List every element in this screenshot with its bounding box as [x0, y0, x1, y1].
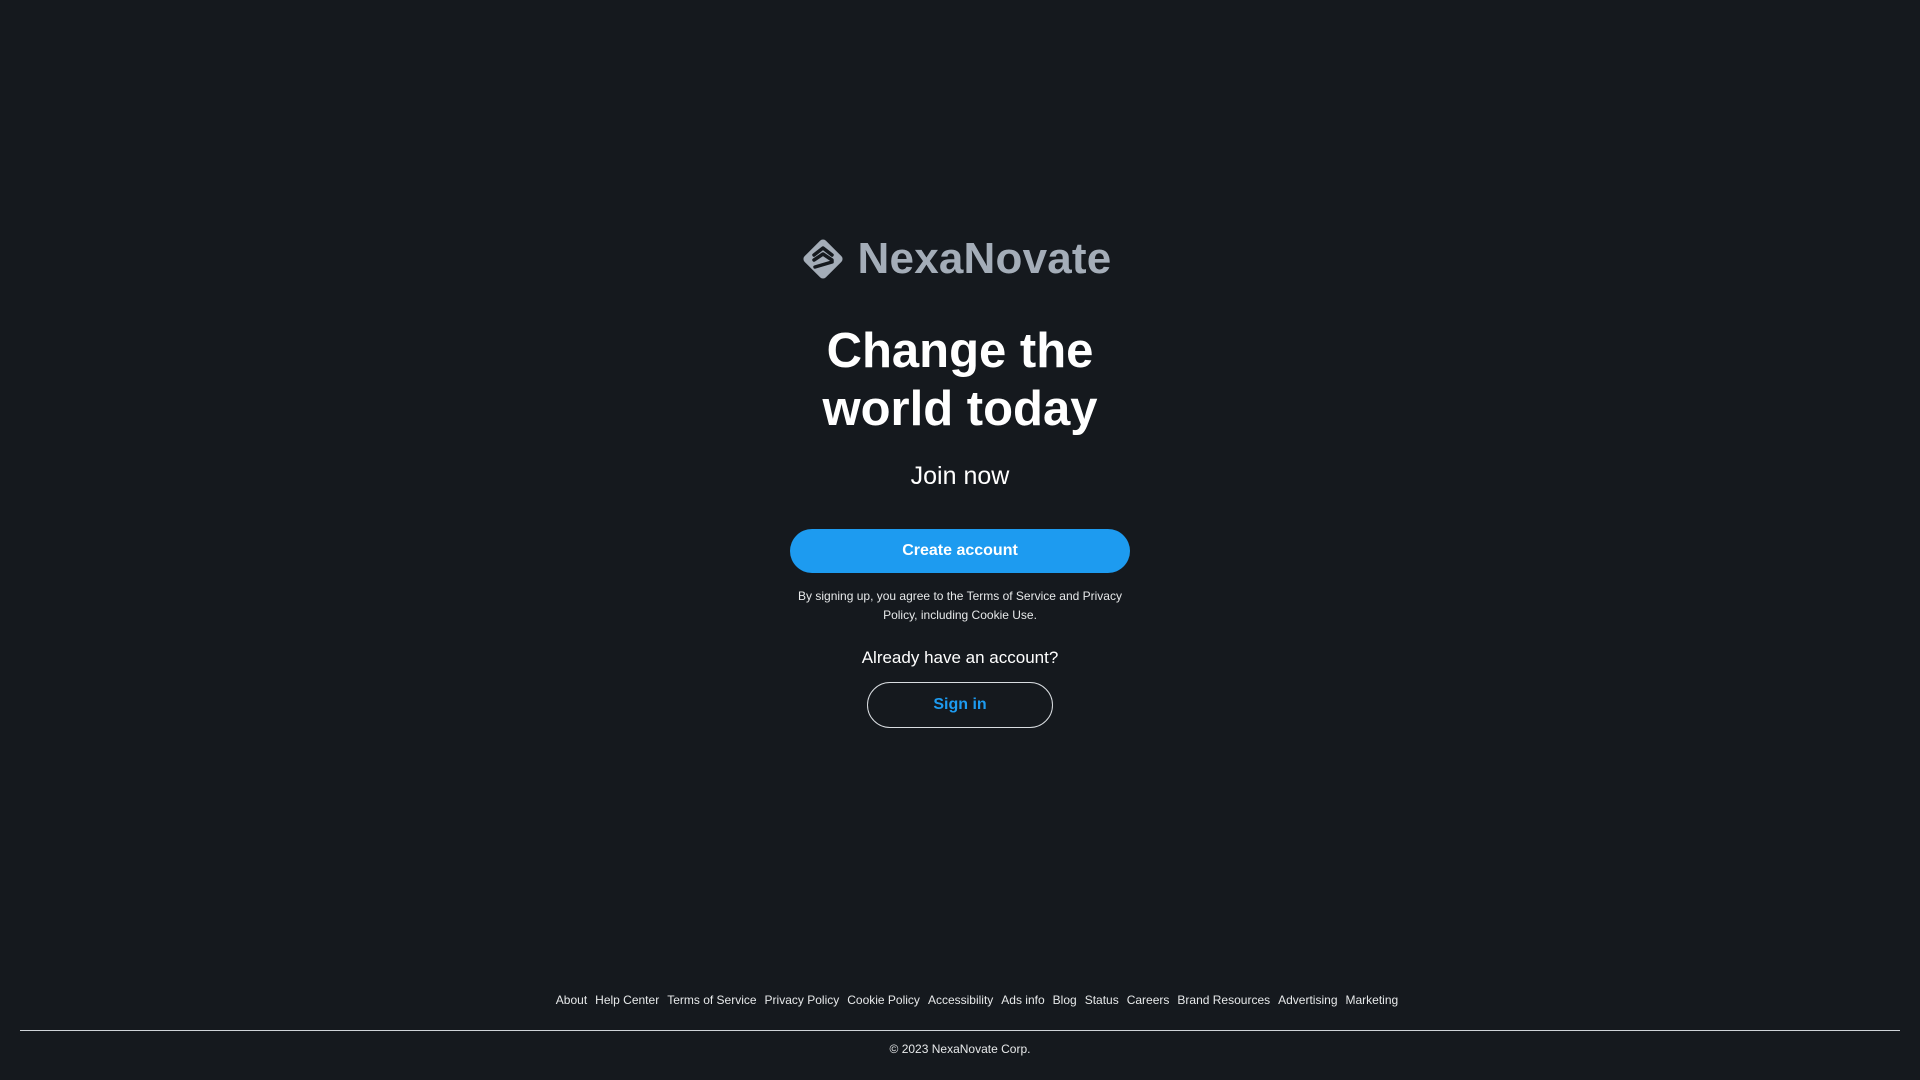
brand-logo[interactable]: NexaNovate [797, 233, 1112, 285]
already-have-account-prompt: Already have an account? [861, 648, 1059, 667]
terms-notice: By signing up, you agree to the Terms of… [798, 589, 1122, 622]
headline-line-2: world today [822, 382, 1098, 436]
sign-in-button[interactable]: Sign in [867, 682, 1053, 728]
footer-divider [20, 1030, 1900, 1031]
footer-link-marketing[interactable]: Marketing [1346, 993, 1399, 1007]
footer-nav: About Help Center Terms of Service Priva… [0, 993, 1920, 1007]
footer-link-about[interactable]: About [556, 993, 587, 1007]
footer-link-status[interactable]: Status [1085, 993, 1119, 1007]
join-now-subheading: Join now [910, 462, 1010, 490]
signup-page: NexaNovate Change the world today Join n… [0, 0, 1920, 1080]
footer-link-cookie-policy[interactable]: Cookie Policy [847, 993, 920, 1007]
brand-header: NexaNovate [0, 233, 1920, 285]
copyright-notice: © 2023 NexaNovate Corp. [889, 1042, 1031, 1056]
footer-links-list: About Help Center Terms of Service Priva… [552, 993, 1402, 1007]
footer-link-careers[interactable]: Careers [1127, 993, 1170, 1007]
footer-link-terms-of-service[interactable]: Terms of Service [667, 993, 756, 1007]
footer-link-help-center[interactable]: Help Center [595, 993, 659, 1007]
page-headline: Change the world today [0, 322, 1920, 438]
create-account-button[interactable]: Create account [790, 529, 1130, 573]
footer-link-advertising[interactable]: Advertising [1278, 993, 1337, 1007]
footer-link-accessibility[interactable]: Accessibility [928, 993, 993, 1007]
diamond-chevron-logo-icon [797, 233, 849, 285]
footer-link-brand-resources[interactable]: Brand Resources [1177, 993, 1270, 1007]
headline-line-1: Change the [826, 324, 1094, 378]
footer-link-ads-info[interactable]: Ads info [1001, 993, 1044, 1007]
footer-link-privacy-policy[interactable]: Privacy Policy [765, 993, 840, 1007]
brand-name: NexaNovate [857, 234, 1112, 283]
footer-link-blog[interactable]: Blog [1053, 993, 1077, 1007]
